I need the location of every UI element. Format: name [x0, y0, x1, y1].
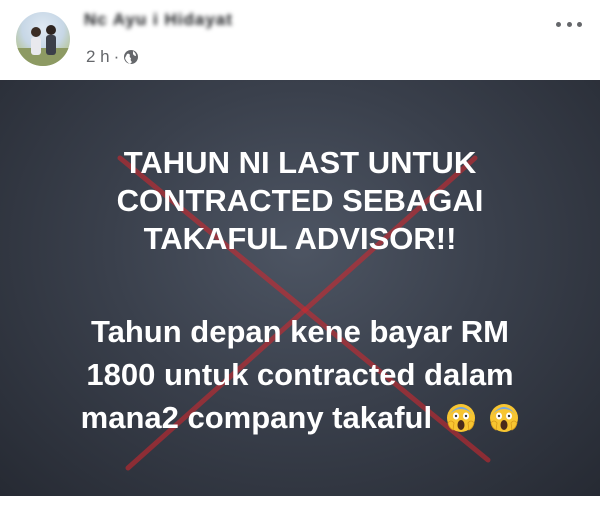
post-timestamp[interactable]: 2 h — [86, 47, 110, 67]
post-footer-gap — [0, 496, 600, 508]
avatar-photo — [16, 25, 70, 66]
headline-line: TAHUN NI LAST UNTUK — [123, 145, 477, 180]
face-screaming-in-fear-emoji — [490, 404, 519, 432]
body-line: 1800 untuk contracted dalam — [86, 357, 514, 392]
meta-separator: · — [113, 47, 120, 66]
dot — [566, 21, 572, 27]
author-name[interactable]: Nc Ayu i Hidayat — [84, 10, 233, 30]
body-line: Tahun depan kene bayar RM — [90, 314, 509, 349]
headline-line: CONTRACTED SEBAGAI — [116, 183, 484, 218]
body-text: Tahun depan kene bayar RM 1800 untuk con… — [0, 310, 600, 439]
body-line-with-emoji: mana2 company takaful — [0, 396, 600, 439]
headline-line: TAKAFUL ADVISOR!! — [143, 221, 457, 256]
post-image[interactable]: TAHUN NI LAST UNTUK CONTRACTED SEBAGAI T… — [0, 80, 600, 496]
body-line: mana2 company takaful — [80, 400, 433, 435]
dot — [577, 21, 582, 27]
headline-text: TAHUN NI LAST UNTUK CONTRACTED SEBAGAI T… — [0, 144, 600, 258]
author-avatar[interactable] — [16, 12, 70, 66]
more-options-icon[interactable] — [556, 14, 582, 34]
globe-icon[interactable] — [123, 49, 139, 65]
post-meta: 2 h · — [86, 47, 139, 67]
face-screaming-in-fear-emoji — [446, 404, 475, 432]
dot — [556, 21, 561, 27]
post-header: Nc Ayu i Hidayat 2 h · — [0, 0, 600, 80]
